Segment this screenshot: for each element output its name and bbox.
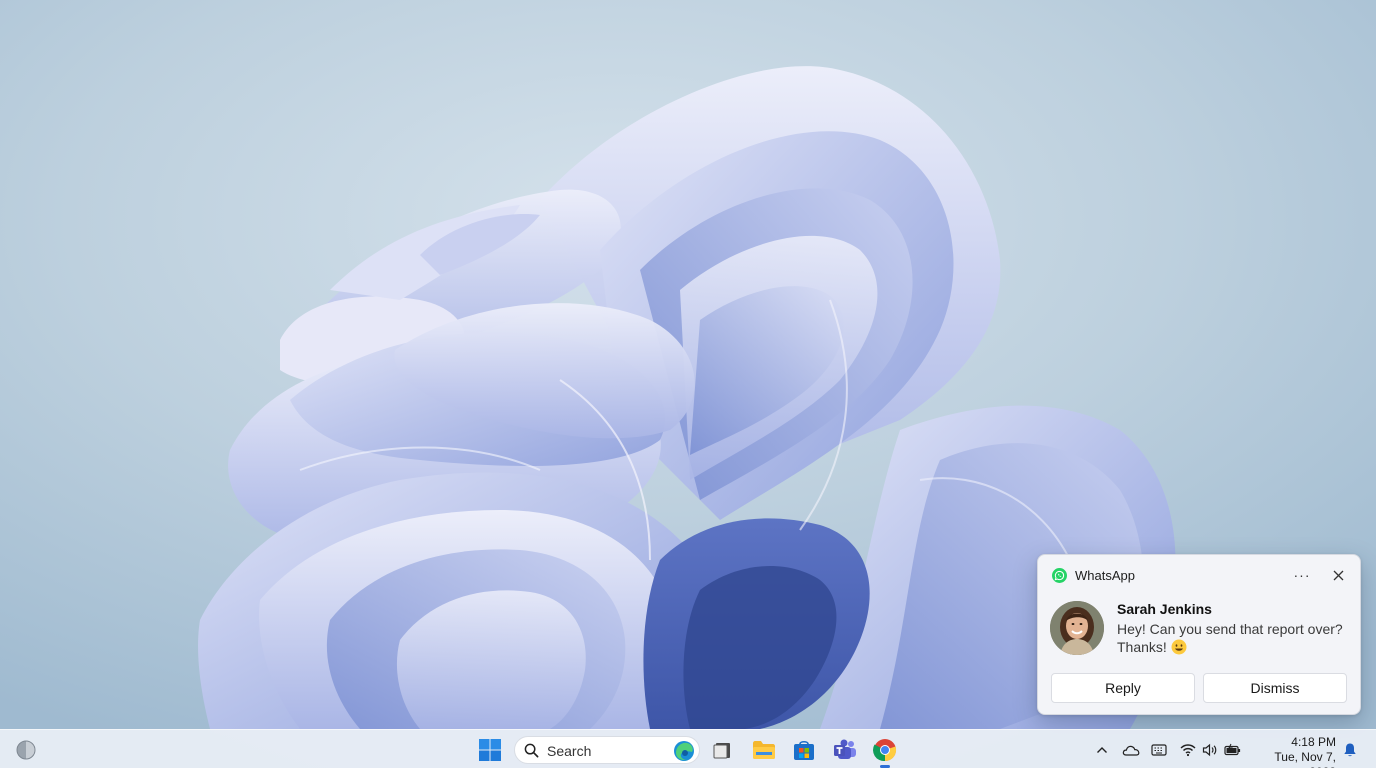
weather-icon (16, 740, 36, 760)
network-button[interactable] (1179, 741, 1197, 759)
toast-header: WhatsApp ··· (1038, 555, 1360, 595)
battery-icon (1224, 743, 1241, 756)
store-icon (794, 740, 814, 760)
keyboard-icon (1151, 744, 1167, 756)
folder-icon (753, 741, 775, 759)
battery-button[interactable] (1224, 741, 1242, 759)
microsoft-store-button[interactable] (791, 737, 817, 763)
chrome-button[interactable] (872, 737, 898, 763)
onedrive-icon (1122, 745, 1140, 756)
chevron-up-icon (1097, 747, 1107, 753)
more-options-button[interactable]: ··· (1290, 565, 1314, 585)
wifi-icon (1180, 744, 1196, 757)
onedrive-button[interactable] (1122, 741, 1140, 759)
notification-center-button[interactable] (1342, 741, 1358, 759)
file-explorer-button[interactable] (751, 737, 777, 763)
whatsapp-icon (1052, 568, 1067, 583)
teams-icon (834, 739, 856, 759)
taskbar-clock[interactable]: 4:18 PM Tue, Nov 7, 2023 (1248, 735, 1336, 768)
notification-app-name: WhatsApp (1075, 568, 1135, 583)
file-explorer-icon (713, 743, 730, 759)
keyboard-button[interactable] (1150, 741, 1168, 759)
search-placeholder: Search (547, 743, 592, 759)
widgets-button[interactable] (14, 738, 38, 762)
whatsapp-notification-toast[interactable]: WhatsApp ··· Sarah Jenkins Hey! Can you … (1037, 554, 1361, 715)
volume-button[interactable] (1201, 741, 1219, 759)
search-icon (524, 743, 539, 758)
close-icon (1333, 570, 1343, 580)
grinning-face-emoji-icon (1171, 639, 1187, 655)
volume-icon (1202, 743, 1217, 757)
close-notification-button[interactable] (1326, 565, 1350, 585)
start-button[interactable] (478, 738, 502, 762)
message-text: Hey! Can you send that report over? Than… (1117, 620, 1353, 656)
sender-name: Sarah Jenkins (1117, 601, 1212, 617)
sender-avatar (1050, 601, 1104, 655)
message-line-2: Thanks! (1117, 639, 1167, 655)
task-view-button[interactable] (709, 737, 735, 763)
clock-date: Tue, Nov 7, 2023 (1274, 750, 1336, 768)
windows-logo-icon (479, 739, 501, 761)
chrome-icon (873, 739, 897, 762)
teams-button[interactable] (832, 737, 858, 763)
bell-icon (1344, 743, 1356, 757)
edge-icon[interactable] (673, 740, 695, 762)
taskbar-search-box[interactable]: Search (514, 736, 700, 764)
taskbar: Search 4:18 PM Tue, Nov 7, (0, 729, 1376, 768)
message-line-1: Hey! Can you send that report over? (1117, 621, 1343, 637)
show-hidden-icons-button[interactable] (1093, 741, 1111, 759)
dismiss-button[interactable]: Dismiss (1203, 673, 1347, 703)
clock-time: 4:18 PM (1291, 735, 1336, 749)
reply-button[interactable]: Reply (1051, 673, 1195, 703)
